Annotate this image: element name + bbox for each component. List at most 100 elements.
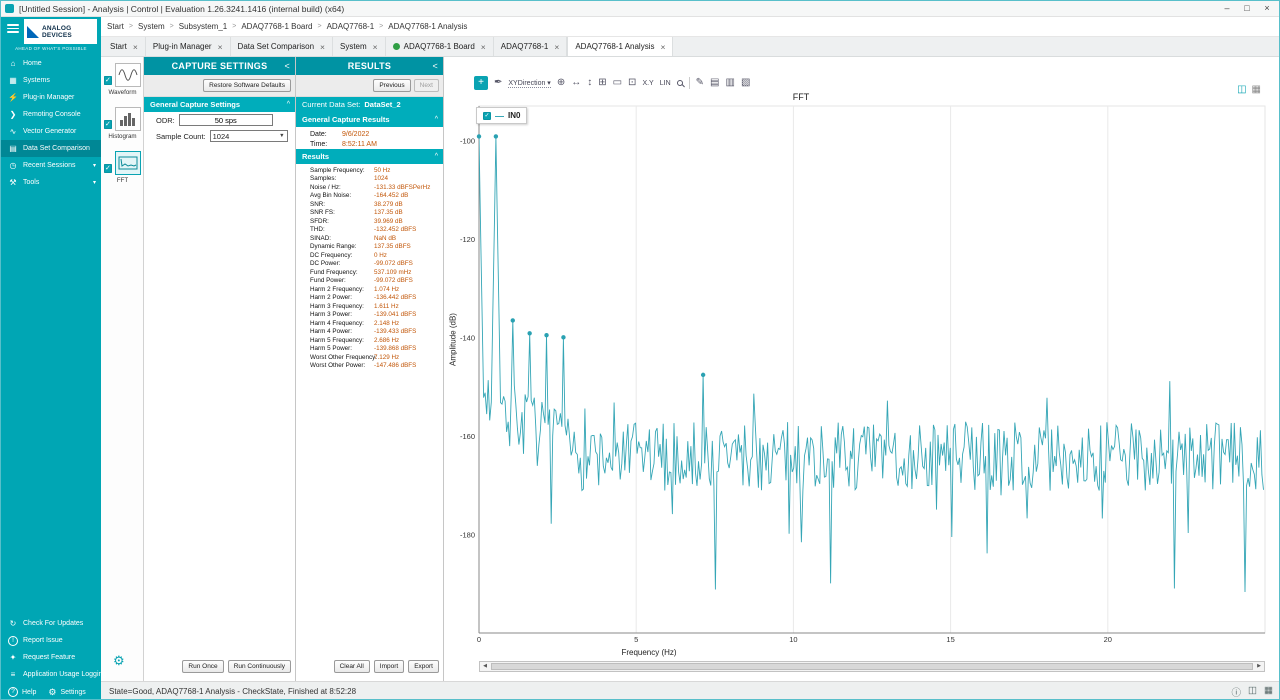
results-section[interactable]: Results ^ — [296, 149, 443, 164]
close-icon[interactable]: × — [481, 42, 486, 52]
tab-system[interactable]: System× — [333, 37, 386, 56]
analog-devices-logo[interactable]: ANALOG DEVICES — [24, 19, 97, 44]
svg-text:-160: -160 — [460, 432, 475, 441]
run-continuously-button[interactable]: Run Continuously — [228, 660, 291, 673]
sidebar-item-application-usage-logging[interactable]: ≡Application Usage Logging — [1, 666, 101, 683]
plugin-settings-gear-icon[interactable]: ⚙ — [113, 653, 125, 669]
result-row-harm-5-power: Harm 5 Power:-139.868 dBFS — [296, 345, 443, 354]
chevron-up-icon[interactable]: ^ — [287, 101, 290, 108]
scroll-right-arrow-icon[interactable]: ▶ — [1254, 662, 1264, 671]
breadcrumb-item-start[interactable]: Start — [107, 22, 124, 31]
close-icon[interactable]: × — [218, 42, 223, 52]
result-row-dc-frequency: DC Frequency:0 Hz — [296, 251, 443, 260]
result-row-worst-other-power: Worst Other Power:-147.486 dBFS — [296, 362, 443, 371]
previous-button[interactable]: Previous — [373, 79, 410, 92]
sample-count-select[interactable]: 1024 ▼ — [210, 130, 288, 142]
close-icon[interactable]: × — [133, 42, 138, 52]
sidebar-item-data-set-comparison[interactable]: ▤Data Set Comparison — [1, 140, 101, 157]
chevron-up-icon[interactable]: ^ — [435, 153, 438, 160]
sidebar-item-remoting-console[interactable]: ❯Remoting Console — [1, 106, 101, 123]
app-icon — [5, 4, 14, 13]
breadcrumb-separator: > — [312, 23, 326, 30]
sidebar-item-report-issue[interactable]: !Report Issue — [1, 632, 101, 649]
fft-plot[interactable]: -100-120-140-160-18005101520 — [444, 57, 1280, 681]
tab-adaq7768-1[interactable]: ADAQ7768-1× — [494, 37, 568, 56]
histogram-checkbox[interactable]: ✓ — [104, 120, 112, 129]
waveform-view-button[interactable] — [115, 63, 141, 87]
sidebar-item-tools[interactable]: ⚒Tools▾ — [1, 174, 101, 191]
chevron-up-icon[interactable]: ^ — [435, 116, 438, 123]
grid-icon[interactable]: ▦ — [1264, 685, 1273, 699]
console-icon: ❯ — [8, 110, 18, 119]
plugin-view-strip: ✓ Waveform ✓ Histogram ✓ FFT ⚙ — [101, 57, 144, 681]
close-icon[interactable]: × — [373, 42, 378, 52]
general-capture-results-section[interactable]: General Capture Results ^ — [296, 112, 443, 127]
sidebar-item-recent-sessions[interactable]: ◷Recent Sessions▾ — [1, 157, 101, 174]
breadcrumb-item-adaq7768-1[interactable]: ADAQ7768-1 — [327, 22, 375, 31]
result-row-thd: THD:-132.452 dBFS — [296, 226, 443, 235]
close-icon[interactable]: × — [320, 42, 325, 52]
hamburger-menu-icon[interactable] — [7, 24, 19, 34]
restore-defaults-button[interactable]: Restore Software Defaults — [203, 79, 291, 92]
sidebar-item-request-feature[interactable]: ✦Request Feature — [1, 649, 101, 666]
result-row-fund-power: Fund Power:-99.072 dBFS — [296, 277, 443, 286]
help-icon: ? — [8, 687, 18, 697]
fft-icon — [118, 156, 138, 170]
waveform-icon — [118, 68, 138, 82]
tab-start[interactable]: Start× — [103, 37, 146, 56]
logo-tagline: AHEAD OF WHAT'S POSSIBLE — [1, 46, 101, 51]
waveform-checkbox[interactable]: ✓ — [104, 76, 112, 85]
results-panel: RESULTS < Previous Next Current Data Set… — [296, 57, 444, 681]
sidebar-item-vector-generator[interactable]: ∿Vector Generator — [1, 123, 101, 140]
legend-checkbox[interactable]: ✓ — [483, 112, 491, 120]
histogram-view-button[interactable] — [115, 107, 141, 131]
panel-layout-icon[interactable]: ◫ — [1248, 685, 1257, 699]
fft-view-button[interactable] — [115, 151, 141, 175]
fft-chart-area: +✒XYDirection ▾⊕↔↕⊞▭⊡X.YLIN✎▤▥▧ ◫▦ FFT ✓… — [444, 57, 1280, 681]
systems-icon: ▦ — [8, 76, 18, 85]
tab-adaq7768-1-board[interactable]: ADAQ7768-1 Board× — [386, 37, 494, 56]
adi-triangle-icon — [27, 26, 39, 38]
breadcrumb-item-adaq7768-1-analysis[interactable]: ADAQ7768-1 Analysis — [388, 22, 467, 31]
collapse-panel-icon[interactable]: < — [432, 61, 438, 71]
breadcrumb-item-adaq7768-1-board[interactable]: ADAQ7768-1 Board — [241, 22, 312, 31]
next-button[interactable]: Next — [414, 79, 439, 92]
sidebar-item-plug-in-manager[interactable]: ⚡Plug-in Manager — [1, 89, 101, 106]
breadcrumb-separator: > — [374, 23, 388, 30]
date-label: Date: — [310, 131, 342, 138]
sidebar-item-help[interactable]: ? Help — [8, 687, 36, 697]
fft-checkbox[interactable]: ✓ — [104, 164, 112, 173]
sidebar-item-systems[interactable]: ▦Systems — [1, 72, 101, 89]
tab-data-set-comparison[interactable]: Data Set Comparison× — [231, 37, 333, 56]
close-icon[interactable]: × — [660, 42, 665, 52]
dataset-compare-icon: ▤ — [8, 144, 18, 153]
logo-line1: ANALOG — [42, 25, 71, 32]
capture-settings-header: CAPTURE SETTINGS < — [144, 57, 295, 75]
sidebar-item-home[interactable]: ⌂Home — [1, 55, 101, 72]
tab-plug-in-manager[interactable]: Plug-in Manager× — [146, 37, 231, 56]
scrollbar-thumb[interactable] — [491, 663, 1253, 670]
export-button[interactable]: Export — [408, 660, 439, 673]
sidebar-item-check-for-updates[interactable]: ↻Check For Updates — [1, 615, 101, 632]
collapse-panel-icon[interactable]: < — [284, 61, 290, 71]
run-once-button[interactable]: Run Once — [182, 660, 223, 673]
minimize-button[interactable]: – — [1217, 1, 1237, 16]
date-value: 9/6/2022 — [342, 131, 369, 138]
titlebar: [Untitled Session] - Analysis | Control … — [1, 1, 1280, 17]
sidebar-item-settings[interactable]: ⚙ Settings — [48, 687, 85, 698]
odr-input[interactable] — [179, 114, 273, 126]
maximize-button[interactable]: □ — [1237, 1, 1257, 16]
tab-adaq7768-1-analysis[interactable]: ADAQ7768-1 Analysis× — [567, 37, 673, 56]
scroll-left-arrow-icon[interactable]: ◀ — [480, 662, 490, 671]
general-capture-settings-section[interactable]: General Capture Settings ^ — [144, 97, 295, 112]
breadcrumb-item-system[interactable]: System — [138, 22, 165, 31]
breadcrumb-item-subsystem-1[interactable]: Subsystem_1 — [179, 22, 227, 31]
histogram-icon — [118, 112, 138, 126]
clear-all-button[interactable]: Clear All — [334, 660, 370, 673]
close-icon[interactable]: × — [554, 42, 559, 52]
close-button[interactable]: × — [1257, 1, 1277, 16]
chart-horizontal-scrollbar[interactable]: ◀ ▶ — [479, 661, 1265, 672]
info-icon[interactable]: ⓘ — [1232, 685, 1242, 699]
result-row-samples: Samples:1024 — [296, 175, 443, 184]
import-button[interactable]: Import — [374, 660, 404, 673]
